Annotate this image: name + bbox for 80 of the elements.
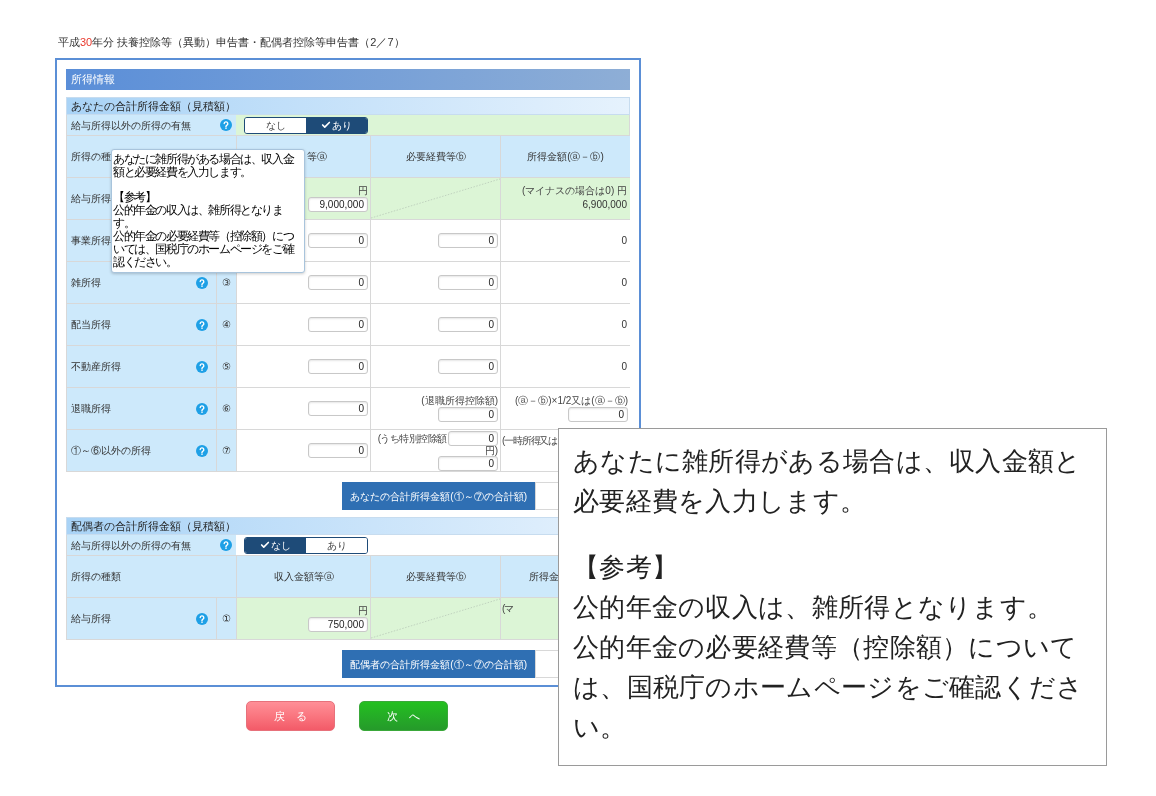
help-paragraph: 【参考】	[113, 191, 157, 204]
row-number: ③	[222, 276, 231, 290]
help-paragraph: 公的年金の収入は、雑所得となります。	[573, 591, 1055, 624]
row-number: ⑦	[222, 444, 231, 458]
amount-field[interactable]: 0	[438, 407, 498, 422]
amount-field[interactable]: 750,000	[308, 617, 368, 632]
column-header: 必要経費等ⓑ	[405, 570, 466, 584]
amount-field[interactable]: 0	[448, 430, 498, 446]
amount-text: 0	[621, 275, 627, 290]
income-type-label: 配当所得	[71, 318, 111, 332]
toggle-option[interactable]: なし	[245, 537, 306, 553]
total-label: 配偶者の合計所得金額(①～⑦の合計額)	[342, 650, 535, 678]
income-type-label: 事業所得	[71, 234, 111, 248]
help-icon[interactable]	[196, 612, 208, 625]
income-type-label: ①～⑥以外の所得	[71, 444, 151, 458]
help-icon[interactable]	[220, 119, 232, 131]
row-number: ⑤	[222, 360, 231, 374]
toggle-option[interactable]: なし	[245, 117, 306, 133]
amount-text: 0	[621, 317, 627, 332]
toggle-label: 給与所得以外の所得の有無	[71, 538, 191, 553]
income-type-label: 不動産所得	[71, 360, 121, 374]
help-icon[interactable]	[196, 318, 208, 331]
help-paragraph: あなたに雑所得がある場合は、収入金額と必要経費を入力します。	[113, 153, 295, 179]
row-number: ①	[222, 612, 231, 626]
help-icon[interactable]	[220, 539, 232, 551]
row-number: ④	[222, 318, 231, 332]
check-icon	[260, 540, 270, 550]
amount-field[interactable]: 0	[438, 233, 498, 248]
amount-field[interactable]: 0	[568, 407, 628, 422]
unit-text: 円)	[484, 445, 498, 456]
help-icon[interactable]	[196, 276, 208, 289]
toggle-label: 給与所得以外の所得の有無	[71, 118, 191, 133]
column-header: 必要経費等ⓑ	[405, 150, 466, 164]
help-paragraph: 公的年金の必要経費等（控除額）については、国税庁のホームページをご確認ください。	[573, 631, 1085, 744]
column-header: 等ⓐ	[307, 150, 327, 164]
amount-field[interactable]: 0	[438, 455, 498, 471]
help-paragraph: 公的年金の必要経費等（控除額）については、国税庁のホームページをご確認ください。	[113, 230, 295, 269]
amount-field[interactable]: 0	[308, 359, 368, 374]
help-paragraph: あなたに雑所得がある場合は、収入金額と必要経費を入力します。	[573, 445, 1083, 518]
note-text: (退職所得控除額)	[421, 395, 498, 407]
note-text: (一時所得又は	[502, 434, 557, 448]
unit-text: 円	[358, 185, 368, 197]
note-text: (マイナスの場合は0) 円	[522, 184, 627, 197]
panel-title: 所得情報	[66, 69, 630, 90]
help-icon[interactable]	[196, 444, 208, 457]
amount-text: 6,900,000	[582, 197, 627, 212]
help-paragraph: 【参考】	[573, 551, 680, 584]
column-header: 収入金額等ⓐ	[273, 570, 334, 584]
note-text: (うち特別控除額	[377, 431, 447, 446]
income-type-label: 退職所得	[71, 402, 111, 416]
help-icon[interactable]	[196, 360, 208, 373]
amount-text: 0	[621, 359, 627, 374]
amount-field[interactable]: 9,000,000	[308, 197, 368, 212]
amount-field[interactable]: 0	[308, 233, 368, 248]
page-title: 平成30年分 扶養控除等（異動）申告書・配偶者控除等申告書（2／7）	[58, 36, 405, 48]
amount-field[interactable]: 0	[438, 275, 498, 290]
amount-field[interactable]: 0	[308, 401, 368, 416]
total-label: あなたの合計所得金額(①～⑦の合計額)	[342, 482, 535, 510]
amount-field[interactable]: 0	[308, 443, 368, 458]
income-type-label: 給与所得	[71, 192, 111, 206]
section-header: あなたの合計所得金額（見積額）	[66, 97, 630, 115]
column-header: 所得の種類	[71, 570, 121, 584]
amount-field[interactable]: 0	[438, 317, 498, 332]
column-header: 所得の種	[71, 150, 111, 164]
help-paragraph: 公的年金の収入は、雑所得となります。	[113, 204, 284, 230]
amount-field[interactable]: 0	[308, 317, 368, 332]
amount-field[interactable]: 0	[438, 359, 498, 374]
toggle-option[interactable]: あり	[306, 117, 367, 133]
income-type-label: 雑所得	[71, 276, 101, 290]
column-header: 所得金額(ⓐ－ⓑ)	[527, 150, 604, 164]
note-text: (マ	[502, 602, 513, 616]
amount-text: 0	[621, 233, 627, 248]
column-header: 所得金	[529, 570, 559, 584]
income-type-label: 給与所得	[71, 612, 111, 626]
note-text: (ⓐ－ⓑ)×1/2又は(ⓐ－ⓑ)	[514, 395, 628, 407]
check-icon	[321, 120, 331, 130]
row-number: ⑥	[222, 402, 231, 416]
help-icon[interactable]	[196, 402, 208, 415]
unit-text: 円	[358, 605, 368, 617]
amount-field[interactable]: 0	[308, 275, 368, 290]
